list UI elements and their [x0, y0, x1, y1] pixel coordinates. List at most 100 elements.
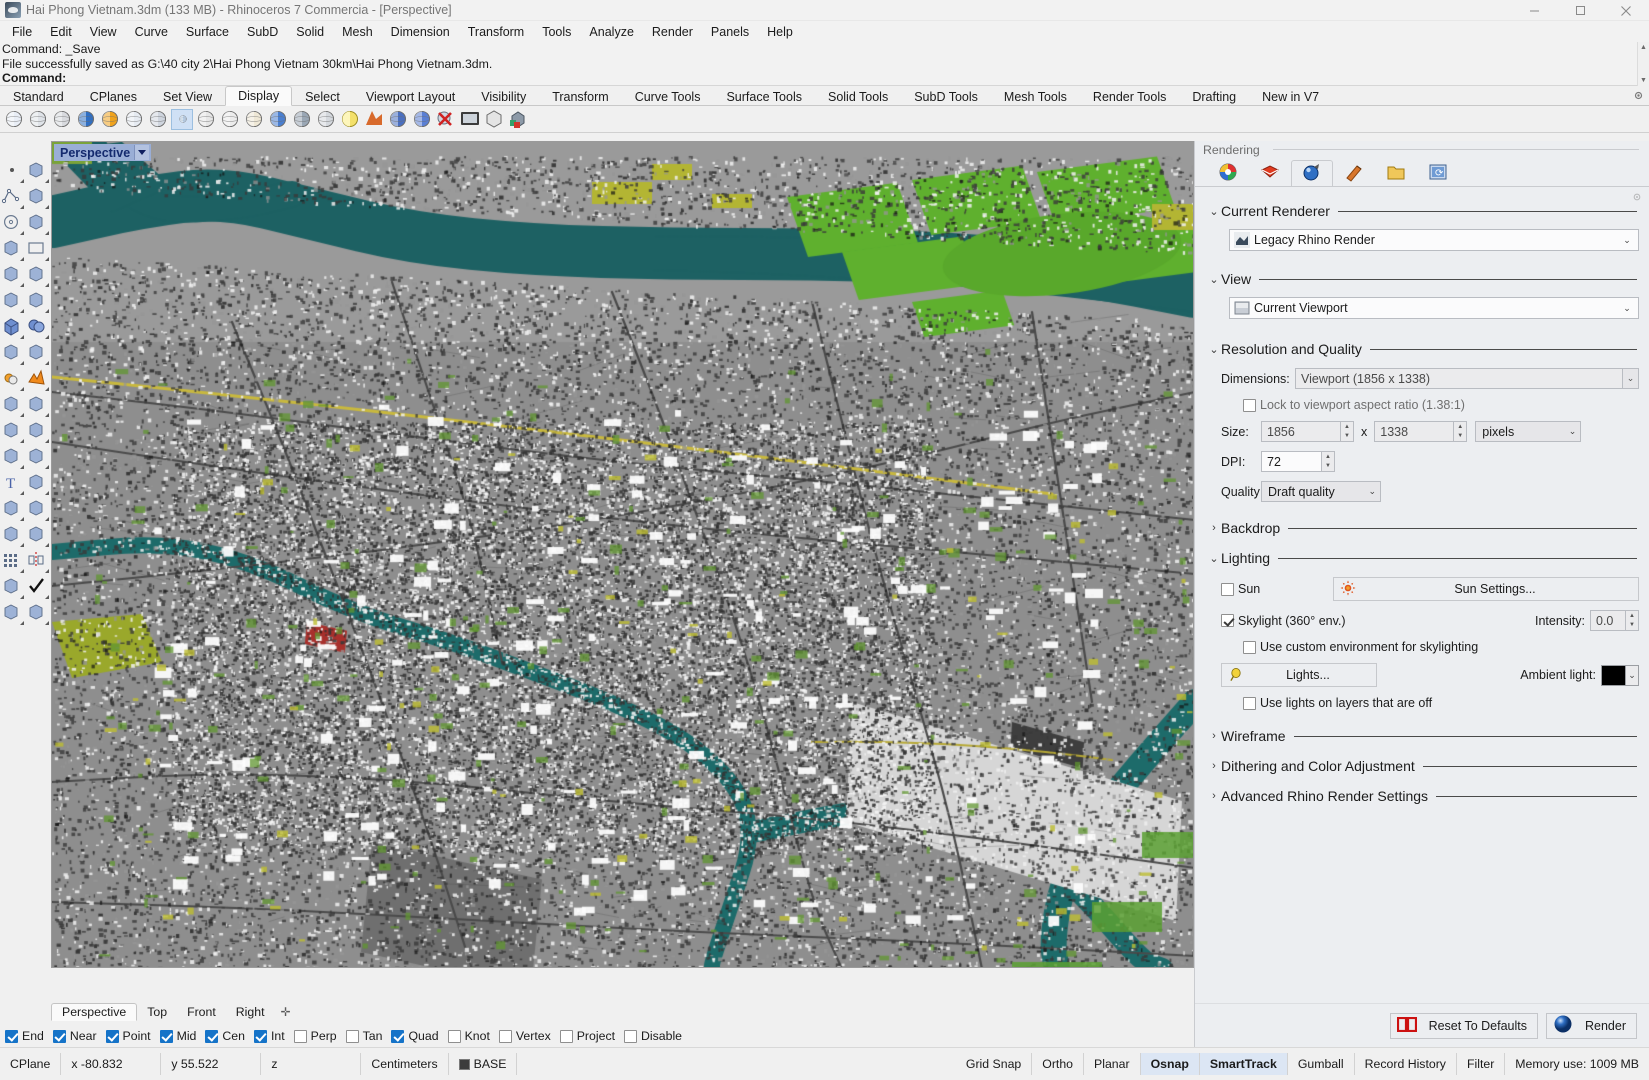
- 3d-city-model[interactable]: [52, 142, 1193, 967]
- skylight-checkbox[interactable]: [1221, 614, 1234, 627]
- size-width-input[interactable]: 1856: [1261, 421, 1341, 442]
- checkbox[interactable]: [52, 1029, 66, 1043]
- light-yellow-icon[interactable]: [339, 108, 361, 130]
- dimensions-value[interactable]: Viewport (1856 x 1338): [1295, 368, 1623, 389]
- quality-select[interactable]: Draft quality ⌄: [1261, 481, 1381, 502]
- surface-patch-icon[interactable]: [25, 340, 50, 366]
- polyline-icon[interactable]: [0, 184, 25, 210]
- chevron-right-icon[interactable]: ›: [1207, 790, 1221, 802]
- boolean-union-icon[interactable]: [0, 366, 25, 392]
- technical-icon[interactable]: [195, 108, 217, 130]
- section-header[interactable]: ⌄ View: [1207, 269, 1639, 289]
- intensity-input[interactable]: 0.0: [1590, 610, 1626, 631]
- sun-checkbox[interactable]: [1221, 582, 1234, 596]
- chevron-down-icon[interactable]: ⌄: [1618, 235, 1636, 246]
- toolbar-tab-select[interactable]: Select: [292, 87, 353, 106]
- flyout-arrow-icon[interactable]: [20, 439, 24, 443]
- flyout-arrow-icon[interactable]: [45, 621, 49, 625]
- toolbar-tab-cplanes[interactable]: CPlanes: [77, 87, 150, 106]
- mirror-icon[interactable]: [25, 548, 50, 574]
- shaded-grey-icon[interactable]: [51, 108, 73, 130]
- chevron-down-icon[interactable]: ⌄: [1207, 552, 1221, 565]
- checkbox[interactable]: [105, 1029, 119, 1043]
- cycles-icon[interactable]: [267, 108, 289, 130]
- full-screen-icon[interactable]: [459, 108, 481, 130]
- lock-aspect-checkbox[interactable]: [1243, 398, 1256, 412]
- menu-item-dimension[interactable]: Dimension: [382, 23, 459, 41]
- osnap-tan[interactable]: Tan: [345, 1029, 382, 1043]
- toolbar-tab-curve-tools[interactable]: Curve Tools: [622, 87, 714, 106]
- maximize-icon[interactable]: [1557, 0, 1603, 21]
- flyout-arrow-icon[interactable]: [45, 439, 49, 443]
- toolbar-tab-surface-tools[interactable]: Surface Tools: [713, 87, 815, 106]
- control-point-curve-icon[interactable]: [25, 184, 50, 210]
- chevron-down-icon[interactable]: [134, 145, 150, 160]
- layer-icon[interactable]: [0, 574, 25, 600]
- checkbox[interactable]: [624, 1029, 638, 1043]
- osnap-disable[interactable]: Disable: [624, 1029, 682, 1043]
- circle-icon[interactable]: [0, 210, 25, 236]
- panel-tab-libraries[interactable]: [1375, 160, 1417, 186]
- flyout-arrow-icon[interactable]: [20, 517, 24, 521]
- panel-tab-rendering[interactable]: [1291, 160, 1333, 186]
- flyout-arrow-icon[interactable]: [45, 413, 49, 417]
- section-header[interactable]: › Advanced Rhino Render Settings: [1207, 786, 1639, 806]
- menu-item-solid[interactable]: Solid: [287, 23, 333, 41]
- cplane-label[interactable]: CPlane: [0, 1053, 62, 1075]
- panel-tab-environments[interactable]: [1249, 160, 1291, 186]
- units-label[interactable]: Centimeters: [361, 1053, 449, 1075]
- chevron-right-icon[interactable]: ›: [1207, 730, 1221, 742]
- flyout-arrow-icon[interactable]: [20, 621, 24, 625]
- section-header[interactable]: › Backdrop: [1207, 518, 1639, 538]
- osnap-project[interactable]: Project: [559, 1029, 615, 1043]
- size-height-stepper[interactable]: ▲ ▼: [1454, 421, 1468, 442]
- raytraced-icon[interactable]: [243, 108, 265, 130]
- size-units-select[interactable]: pixels ⌄: [1475, 421, 1582, 442]
- flyout-arrow-icon[interactable]: [45, 595, 49, 599]
- toolbar-tab-set-view[interactable]: Set View: [150, 87, 225, 106]
- menu-item-surface[interactable]: Surface: [177, 23, 238, 41]
- toolbar-tab-transform[interactable]: Transform: [539, 87, 622, 106]
- lights-button[interactable]: Lights...: [1221, 663, 1377, 687]
- box-icon[interactable]: [0, 314, 25, 340]
- flyout-arrow-icon[interactable]: [45, 387, 49, 391]
- size-width-stepper[interactable]: ▲ ▼: [1341, 421, 1354, 442]
- status-toggle-ortho[interactable]: Ortho: [1032, 1053, 1085, 1075]
- ghosted-icon[interactable]: [123, 108, 145, 130]
- rendered-icon[interactable]: [75, 108, 97, 130]
- toolbar-tab-solid-tools[interactable]: Solid Tools: [815, 87, 901, 106]
- status-toggle-planar[interactable]: Planar: [1084, 1053, 1141, 1075]
- chevron-down-icon[interactable]: ⌄: [1207, 343, 1221, 356]
- flyout-arrow-icon[interactable]: [20, 205, 24, 209]
- chevron-down-icon[interactable]: ⌄: [1207, 205, 1221, 218]
- command-history-area[interactable]: Command: _Save File successfully saved a…: [0, 42, 1649, 86]
- menu-item-panels[interactable]: Panels: [702, 23, 758, 41]
- arc-icon[interactable]: [0, 262, 25, 288]
- flyout-arrow-icon[interactable]: [45, 517, 49, 521]
- viewport-tab-perspective[interactable]: Perspective: [51, 1002, 138, 1021]
- dpi-input[interactable]: 72: [1261, 451, 1322, 472]
- toolbar-tab-viewport-layout[interactable]: Viewport Layout: [353, 87, 468, 106]
- flyout-arrow-icon[interactable]: [45, 309, 49, 313]
- flyout-arrow-icon[interactable]: [20, 413, 24, 417]
- flyout-arrow-icon[interactable]: [45, 569, 49, 573]
- osnap-int[interactable]: Int: [253, 1029, 285, 1043]
- intensity-stepper[interactable]: ▲ ▼: [1626, 610, 1639, 631]
- misc-icon[interactable]: [0, 600, 25, 626]
- panel-tab-materials[interactable]: [1207, 160, 1249, 186]
- menu-item-render[interactable]: Render: [643, 23, 702, 41]
- lights-on-off-layers-checkbox[interactable]: [1243, 696, 1256, 710]
- flyout-arrow-icon[interactable]: [20, 335, 24, 339]
- shaded-icon[interactable]: [27, 108, 49, 130]
- menu-item-view[interactable]: View: [81, 23, 126, 41]
- panel-tab-render-window[interactable]: ⟳: [1417, 160, 1459, 186]
- checkbox[interactable]: [293, 1029, 307, 1043]
- status-toggle-osnap[interactable]: Osnap: [1140, 1053, 1200, 1075]
- view-combobox[interactable]: Current Viewport ⌄: [1229, 297, 1639, 319]
- toolbar-tab-render-tools[interactable]: Render Tools: [1080, 87, 1179, 106]
- checkbox[interactable]: [5, 1029, 18, 1043]
- checkbox[interactable]: [345, 1029, 359, 1043]
- point-icon[interactable]: [0, 158, 25, 184]
- section-header[interactable]: ⌄ Resolution and Quality: [1207, 339, 1639, 359]
- surface-corner-icon[interactable]: [0, 288, 25, 314]
